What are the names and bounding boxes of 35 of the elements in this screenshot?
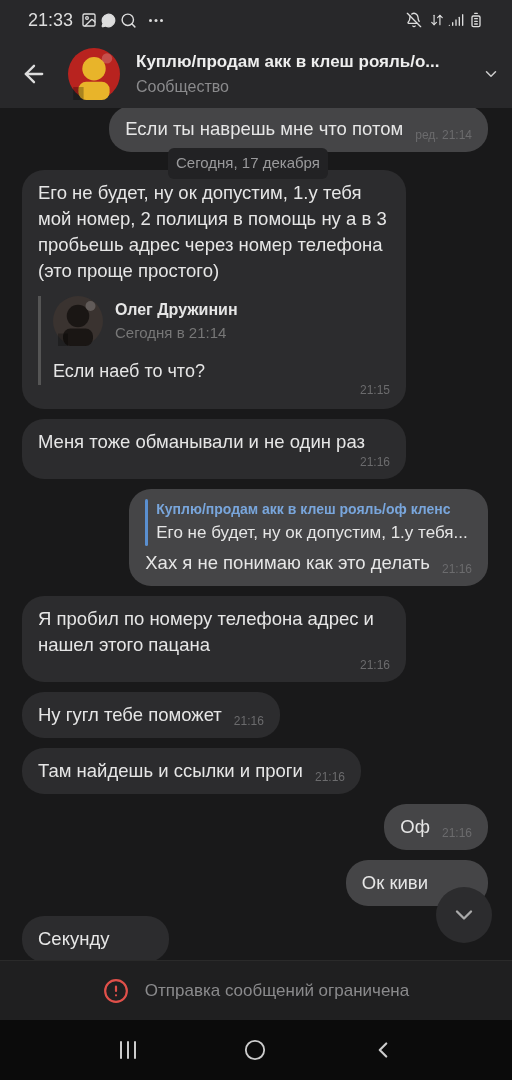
home-icon[interactable] [244,1039,266,1061]
notice-text: Отправка сообщений ограничена [144,979,410,1002]
message-time: 21:16 [233,713,264,728]
image-icon [81,12,98,28]
more-icon [149,18,164,22]
forward-author: Олег Дружинин [115,299,238,320]
message-time: 21:16 [359,657,390,672]
message-text: Я пробил по номеру телефона адрес и нашел этого пацана [38,606,375,657]
message-time: 21:16 [314,769,345,784]
mute-icon [406,12,422,28]
message-text: Ну гугл тебе поможет [38,702,222,727]
forward-text: Если наеб то что? [53,360,206,383]
reply-text: Его не будет, ну ок допустим, 1.у тебя... [156,522,468,544]
message-time: 21:15 [359,382,390,399]
data-icon [430,13,444,27]
message-text: Его не будет, ну ок допустим, 1.у тебя мой номер, 2 полиция в помощь ну а в 3 пробьешь адрес через номер телефона (это проще простого) [38,181,388,283]
message-text: Меня тоже обманывали и не один раз [38,430,365,454]
message-text: Если ты наврешь мне что потом [125,117,404,141]
alert-icon [102,977,129,1004]
date-pill: Сегодня, 17 декабря [168,148,328,179]
message-text: Хах я не понимаю как это делать [145,550,430,575]
message-text: Ок киви [361,870,428,895]
signal-icon [448,12,464,28]
forward-time: Сегодня в 21:14 [115,322,228,343]
chat-title: Куплю/продам акк в клеш рояль/о... [136,51,441,74]
chat-icon [101,12,117,28]
search-icon [120,11,138,29]
status-time: 21:33 [28,8,74,32]
reply-title: Куплю/продам акк в клеш рояль/оф кленс [156,500,452,519]
battery-icon [468,12,484,28]
message-time: 21:16 [359,455,390,469]
message-text: Там найдешь и ссылки и проги [38,758,303,783]
chat-subtitle: Сообщество [136,76,230,97]
message-text: Секунду [38,926,110,951]
message-text: Оф [400,814,430,839]
